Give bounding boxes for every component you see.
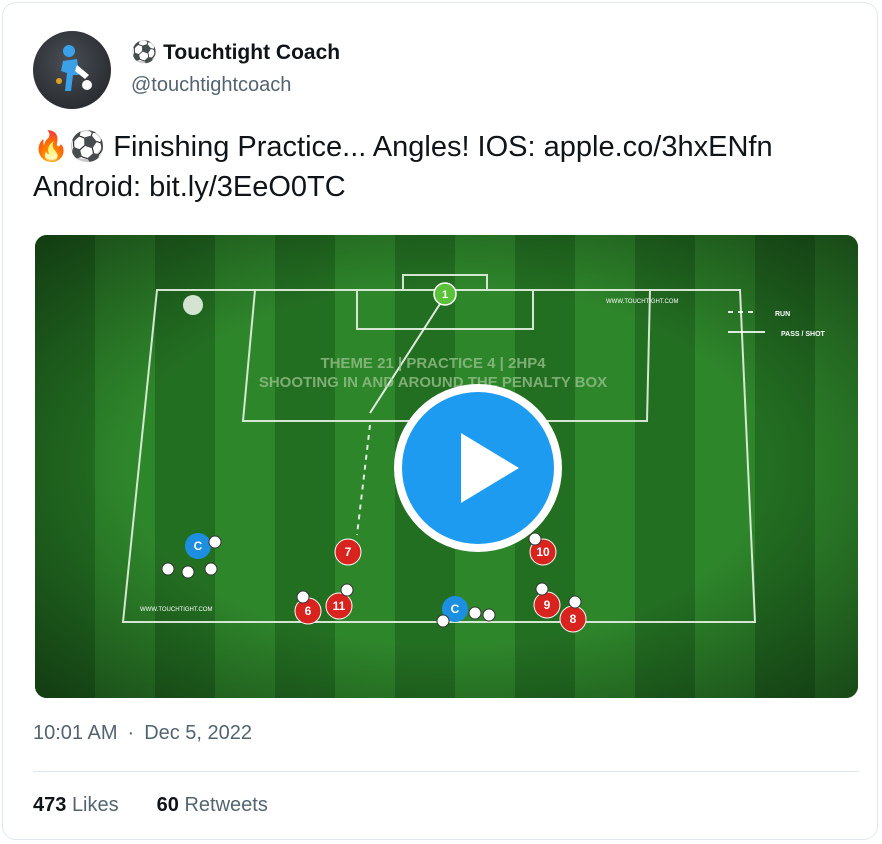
tweet-text-part1: Finishing Practice... Angles! IOS: [105,131,544,163]
play-button[interactable] [394,384,562,552]
ball-icon [468,606,482,620]
tweet-timestamp[interactable]: 10:01 AM · Dec 5, 2022 [33,722,252,745]
tweet-emoji: 🔥⚽ [33,131,106,163]
overlay-title-line1: THEME 21 | PRACTICE 4 | 2HP4 [320,355,546,372]
tweet-date: Dec 5, 2022 [144,722,253,744]
player-6-number: 6 [305,604,312,618]
overlay-title-line2: SHOOTING IN AND AROUND THE PENALTY BOX [259,374,607,391]
touchtight-mini-logo-icon [183,295,203,315]
tweet-time: 10:01 AM [33,722,118,744]
coach-left-label: C [194,539,203,553]
player-7: 7 [334,538,362,566]
divider [33,771,859,772]
video-media[interactable]: RUN PASS / SHOT WWW.TOUCHTIGHT.COM WWW.T… [35,235,858,698]
player-11: 11 [325,592,353,620]
player-9: 9 [533,591,561,619]
tweet-text: 🔥⚽ Finishing Practice... Angles! IOS: ap… [33,127,853,207]
player-11-number: 11 [333,599,346,613]
watermark-bottom: WWW.TOUCHTIGHT.COM [140,607,213,613]
likes-label: Likes [71,794,119,816]
player-10-number: 10 [536,545,550,559]
play-button-fill [402,392,554,544]
likes-count: 473 [33,794,67,816]
ios-link[interactable]: apple.co/3hxENfn [544,131,773,163]
android-link[interactable]: bit.ly/3EeO0TC [149,171,346,203]
ball-icon [208,535,222,549]
likes-stat[interactable]: 473 Likes [33,794,119,816]
meta-separator: · [127,722,135,744]
ball-icon [204,562,218,576]
coach-left: C [185,533,211,559]
avatar[interactable] [33,31,111,109]
ball-icon [296,590,310,604]
legend-pass-label: PASS / SHOT [781,331,826,338]
tweet-text-part2: Android: [33,171,150,203]
ball-icon [340,583,354,597]
ball-icon [535,582,549,596]
soccer-ball-emoji: ⚽ [131,41,158,64]
legend-run-label: RUN [775,311,790,318]
ball-icon [161,562,175,576]
ball-icon [568,595,582,609]
play-icon [461,433,519,503]
player-8-number: 8 [570,612,577,626]
retweets-stat[interactable]: 60 Retweets [157,794,268,816]
player-9-number: 9 [544,598,551,612]
keeper-player: 1 [433,282,457,306]
author-handle[interactable]: @touchtightcoach [131,74,291,97]
player-7-number: 7 [345,545,352,559]
retweets-count: 60 [156,794,179,816]
ball-icon [181,565,195,579]
watermark-top: WWW.TOUCHTIGHT.COM [606,299,679,305]
tweet-card[interactable]: ⚽ Touchtight Coach @touchtightcoach 🔥⚽ Fi… [2,2,878,840]
keeper-number: 1 [442,289,448,301]
coach-center-label: C [451,602,460,616]
ball-icon [482,608,496,622]
ball-icon [528,532,542,546]
tweet-stats: 473 Likes 60 Retweets [33,794,268,817]
retweets-label: Retweets [184,794,268,816]
player-8: 8 [559,605,587,633]
touchtight-logo-icon [56,45,92,91]
author-name-text: Touchtight Coach [163,41,341,64]
ball-icon [436,614,450,628]
author-name[interactable]: ⚽ Touchtight Coach [131,41,340,65]
